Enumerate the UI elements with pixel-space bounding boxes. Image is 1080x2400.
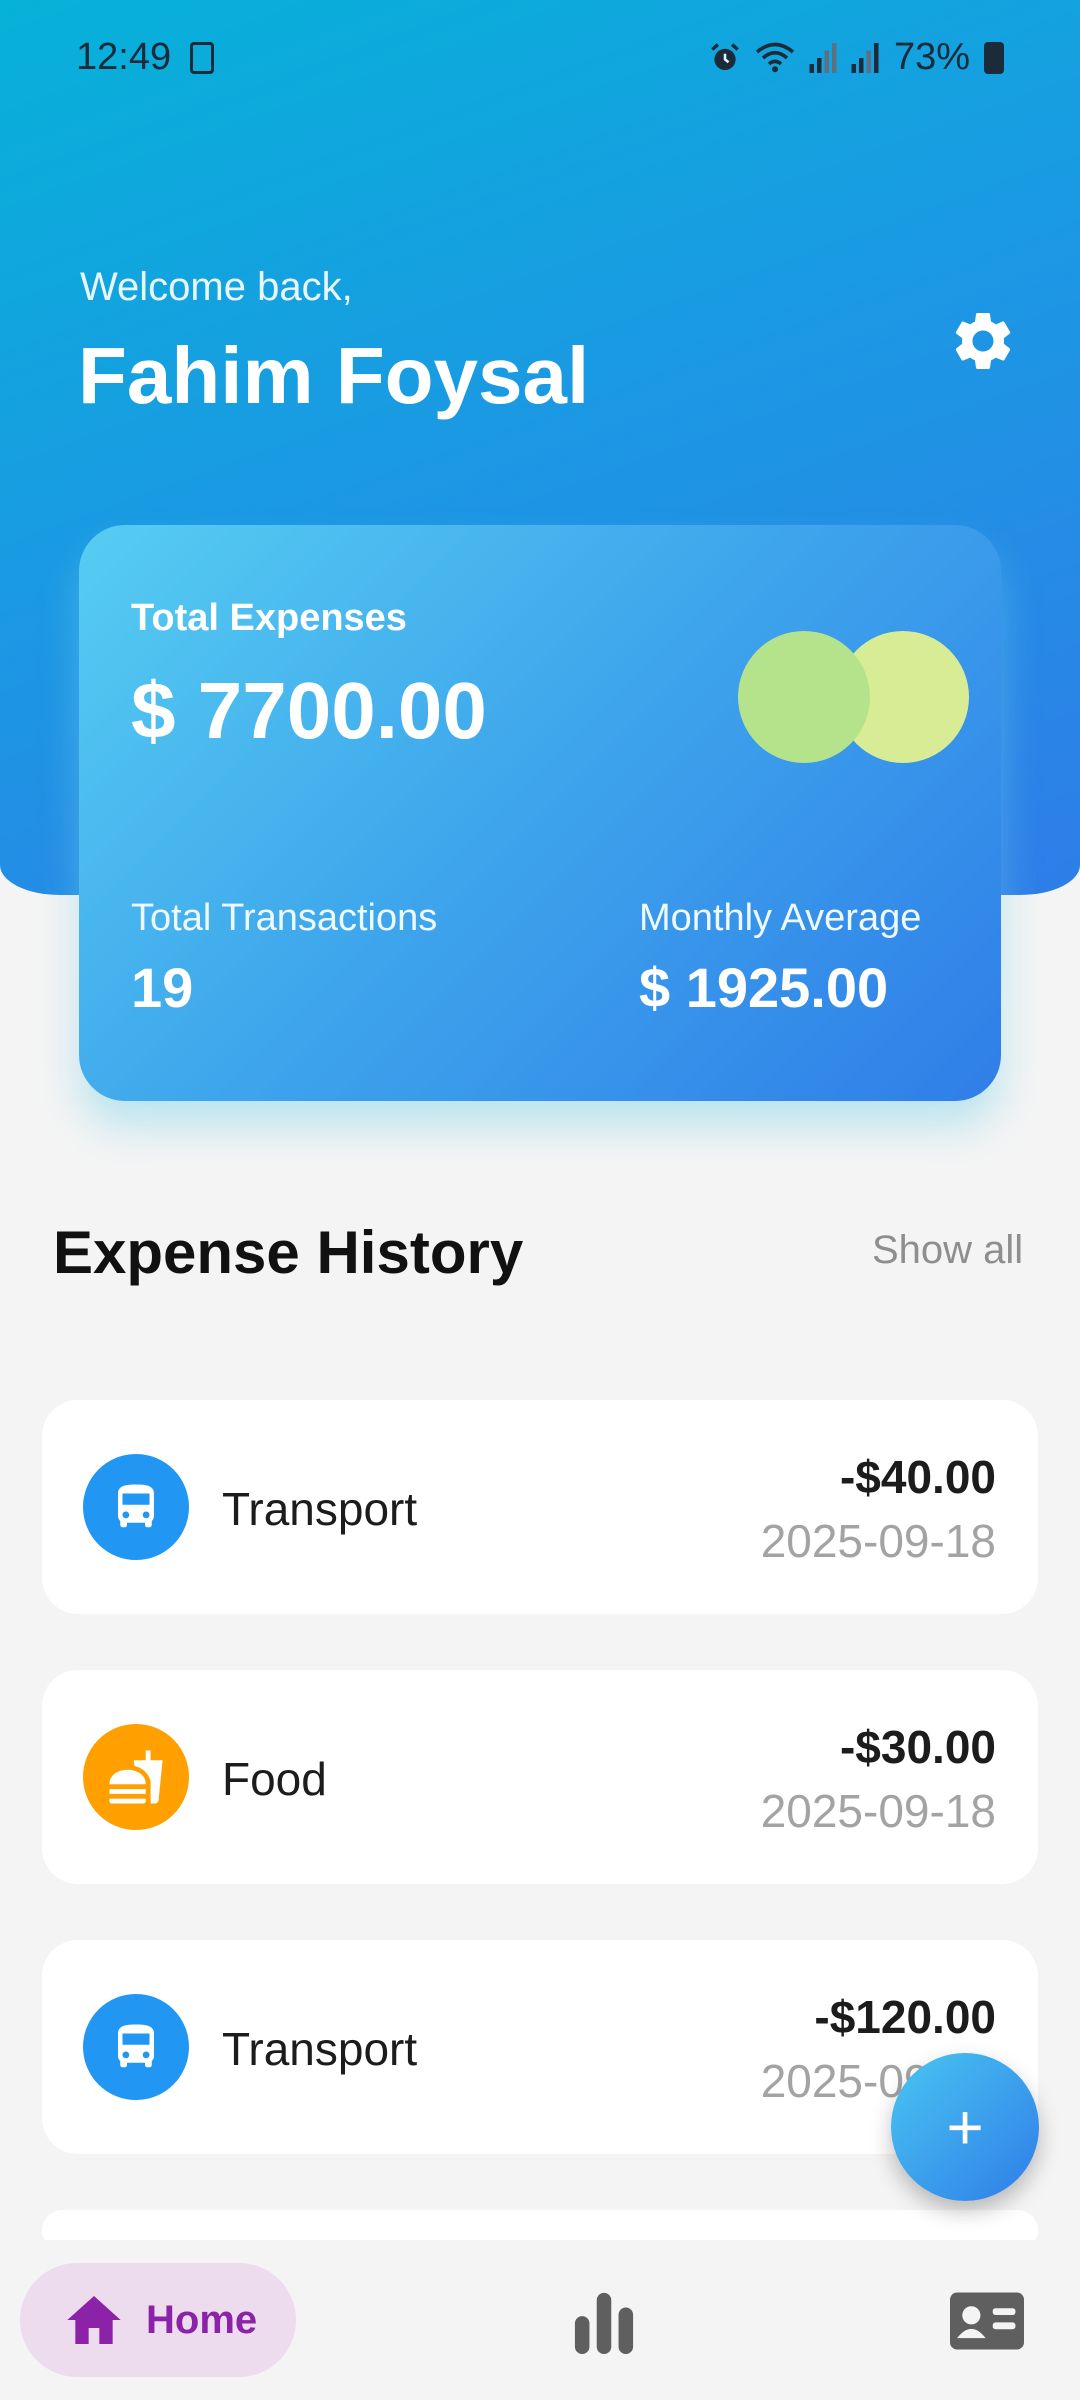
transaction-card[interactable]: Transport -$40.00 2025-09-18 [42,1400,1038,1614]
welcome-text: Welcome back, [80,265,353,309]
transport-category-icon [83,1994,189,2100]
status-time: 12:49 [76,36,172,78]
show-all-link[interactable]: Show all [872,1228,1023,1273]
battery-icon [984,41,1004,74]
alarm-icon [711,42,739,70]
monthly-average-value: $ 1925.00 [639,956,889,1019]
transaction-category: Transport [222,2023,418,2075]
transaction-amount: -$30.00 [839,1721,996,1773]
bus-icon [118,1484,154,1528]
transaction-date: 2025-09-18 [760,1785,996,1837]
transaction-card[interactable]: Food -$30.00 2025-09-18 [42,1670,1038,1884]
user-name: Fahim Foysal [78,331,590,420]
nav-home-label: Home [146,2297,258,2342]
nav-home-tab[interactable]: Home [20,2263,296,2377]
total-transactions-label: Total Transactions [131,897,438,939]
food-category-icon [83,1724,189,1830]
fastfood-icon [109,1750,163,1804]
transaction-category: Food [222,1753,327,1805]
total-expenses-label: Total Expenses [131,597,407,639]
total-expenses-value: $ 7700.00 [131,666,487,755]
signal-icon-2 [851,42,879,73]
summary-card: Total Expenses $ 7700.00 Total Transacti… [79,525,1001,1101]
contact-card-icon[interactable] [950,2292,1024,2350]
wifi-icon [755,42,795,72]
transport-category-icon [83,1454,189,1560]
transaction-category: Transport [222,1483,418,1535]
home-icon [67,2296,121,2344]
gear-icon[interactable] [948,306,1018,376]
add-expense-button[interactable]: + [891,2053,1039,2201]
status-icons [708,41,880,75]
status-bar: 12:49 73% [0,0,1080,120]
signal-icon [809,42,837,73]
transaction-card[interactable]: Transport -$120.00 2025-09-18 [42,1940,1038,2154]
bar-chart-icon[interactable] [568,2290,640,2354]
battery-percent: 73% [893,36,970,78]
sim-card-icon [190,42,214,74]
transaction-amount: -$120.00 [814,1991,996,2043]
transaction-amount: -$40.00 [839,1451,996,1503]
status-indicators: 73% [708,36,1004,79]
total-transactions-value: 19 [131,956,194,1019]
card-logo-circle-left [738,631,870,763]
expense-history-title: Expense History [53,1219,524,1286]
transaction-date: 2025-09-18 [760,1515,996,1567]
monthly-average-label: Monthly Average [639,897,922,939]
bus-icon [118,2024,154,2068]
bottom-navigation: Home [0,2240,1080,2400]
plus-icon: + [946,2091,984,2163]
